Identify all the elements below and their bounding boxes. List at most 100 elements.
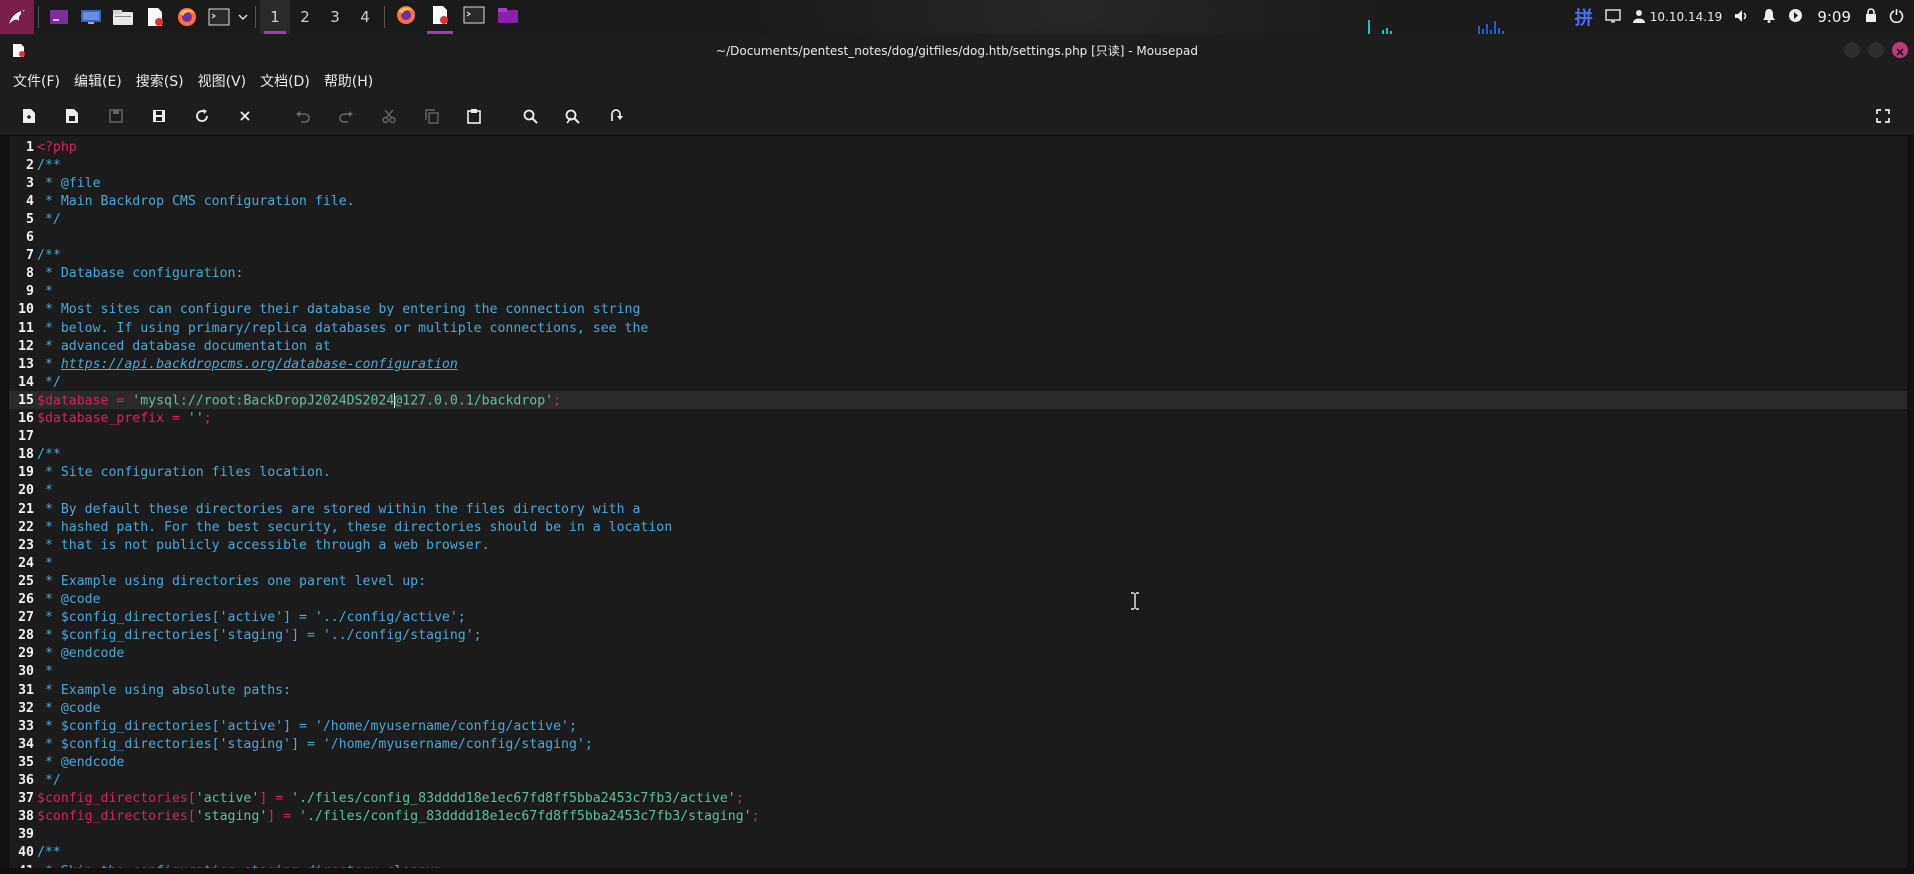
display-launcher[interactable] [75,0,107,34]
taskbar-terminal[interactable] [457,0,491,34]
code-editor[interactable]: 1 <?php 2/** 3 * @file 4 * Main Backdrop CMS… [8,136,1907,868]
code-line[interactable]: 13 * https://api.backdropcms.org/databas… [9,355,1907,373]
code-line[interactable]: 3 * @file [9,174,1907,192]
code-line[interactable]: 39 [9,826,1907,844]
terminal-launcher[interactable] [203,0,235,34]
display-tray-button[interactable] [1599,0,1627,34]
maximize-button[interactable] [1868,42,1884,58]
menu-edit[interactable]: 编辑(E) [67,67,129,95]
code-token-comment: * [37,284,53,300]
taskbar-file-manager[interactable] [491,0,525,34]
code-line[interactable]: 38 $config_directories['staging'] = './fi… [9,808,1907,826]
menu-search[interactable]: 搜索(S) [129,67,191,95]
redo-button[interactable] [333,103,359,129]
kali-menu-button[interactable] [0,0,34,34]
workspace-4[interactable]: 4 [350,0,380,34]
menu-document[interactable]: 文档(D) [253,67,317,95]
code-line[interactable]: 2/** [9,156,1907,174]
code-line[interactable]: 30 * [9,663,1907,681]
cut-button[interactable] [376,103,402,129]
line-code: * @code [34,592,101,607]
reload-button[interactable] [189,103,215,129]
code-line[interactable]: 5 */ [9,210,1907,228]
code-line[interactable]: 24 * [9,554,1907,572]
code-line[interactable]: 9 * [9,283,1907,301]
code-line[interactable]: 11 * below. If using primary/replica dat… [9,319,1907,337]
code-line[interactable]: 28 * $config_directories['staging'] = '.… [9,627,1907,645]
code-line[interactable]: 7/** [9,247,1907,265]
minimize-button[interactable] [1844,42,1860,58]
code-line[interactable]: 35 * @endcode [9,753,1907,771]
code-line[interactable]: 16 $database_prefix = ''; [9,410,1907,428]
close-icon [239,110,251,122]
power-status-button[interactable] [1782,0,1809,34]
text-editor-launcher[interactable] [139,0,171,34]
code-line[interactable]: 12 * advanced database documentation at [9,337,1907,355]
code-line[interactable]: 25 * Example using directories one paren… [9,572,1907,590]
code-line[interactable]: 32 * @code [9,699,1907,717]
code-line[interactable]: 23 * that is not publicly accessible thr… [9,536,1907,554]
paste-button[interactable] [461,103,487,129]
code-line[interactable]: 22 * hashed path. For the best security,… [9,518,1907,536]
code-line[interactable]: 40/** [9,844,1907,862]
new-document-button[interactable] [16,103,42,129]
code-line[interactable]: 10 * Most sites can configure their data… [9,301,1907,319]
fullscreen-button[interactable] [1870,103,1896,129]
volume-button[interactable] [1728,0,1756,34]
workspace-3[interactable]: 3 [320,0,350,34]
code-line[interactable]: 1 <?php [9,138,1907,156]
find-replace-button[interactable] [560,103,586,129]
save-as-button[interactable] [146,103,172,129]
undo-button[interactable] [290,103,316,129]
menu-file[interactable]: 文件(F) [6,67,67,95]
code-token-var: ] = [259,791,292,807]
clock[interactable]: 9:09 [1809,8,1859,26]
launcher-dropdown[interactable] [235,0,251,34]
code-token-url[interactable]: https://api.backdropcms.org/database-con… [61,357,458,372]
file-manager-launcher[interactable] [107,0,139,34]
code-line[interactable]: 29 * @endcode [9,645,1907,663]
workspace-label: 4 [360,8,370,26]
workspace-2[interactable]: 2 [290,0,320,34]
code-line[interactable]: 8 * Database configuration: [9,265,1907,283]
code-line[interactable]: 36 */ [9,772,1907,790]
code-line[interactable]: 31 * Example using absolute paths: [9,681,1907,699]
new-document-icon [22,108,36,124]
code-line[interactable]: 33 * $config_directories['active'] = '/h… [9,717,1907,735]
code-line[interactable]: 34 * $config_directories['staging'] = '/… [9,735,1907,753]
code-line[interactable]: 27 * $config_directories['active'] = '..… [9,609,1907,627]
code-line[interactable]: 20 * [9,482,1907,500]
new-window-button[interactable] [59,103,85,129]
taskbar-mousepad[interactable] [423,0,457,34]
vpn-ip-indicator[interactable]: 10.10.14.19 [1627,0,1729,34]
menu-view[interactable]: 视图(V) [191,67,254,95]
code-line[interactable]: 37 $config_directories['active'] = './fil… [9,790,1907,808]
menu-help[interactable]: 帮助(H) [317,67,380,95]
close-document-button[interactable] [232,103,258,129]
logout-button[interactable] [1883,0,1914,34]
code-line[interactable]: 15 $database = 'mysql://root:BackDropJ202… [9,391,1907,410]
code-line[interactable]: 6 [9,229,1907,247]
close-window-button[interactable] [1892,42,1908,58]
code-token-comment: * that is not publicly accessible throug… [37,537,490,553]
window-titlebar[interactable]: ~/Documents/pentest_notes/dog/gitfiles/d… [0,34,1914,67]
lock-screen-button[interactable] [1859,0,1883,34]
code-line[interactable]: 26 * @code [9,591,1907,609]
code-line[interactable]: 17 [9,428,1907,446]
code-line[interactable]: 14 */ [9,373,1907,391]
save-button[interactable] [103,103,129,129]
input-method-button[interactable]: 拼 [1569,0,1599,34]
code-token-var: $database [37,393,109,409]
find-button[interactable] [517,103,543,129]
copy-button[interactable] [419,103,445,129]
firefox-launcher[interactable] [171,0,203,34]
go-to-line-button[interactable] [603,103,629,129]
code-line[interactable]: 4 * Main Backdrop CMS configuration file… [9,192,1907,210]
taskbar-firefox[interactable] [389,0,423,34]
workspace-1[interactable]: 1 [260,0,290,34]
code-line[interactable]: 19 * Site configuration files location. [9,464,1907,482]
notifications-button[interactable] [1756,0,1782,34]
show-desktop-launcher[interactable] [43,0,75,34]
code-line[interactable]: 21 * By default these directories are st… [9,500,1907,518]
code-line[interactable]: 18/** [9,446,1907,464]
